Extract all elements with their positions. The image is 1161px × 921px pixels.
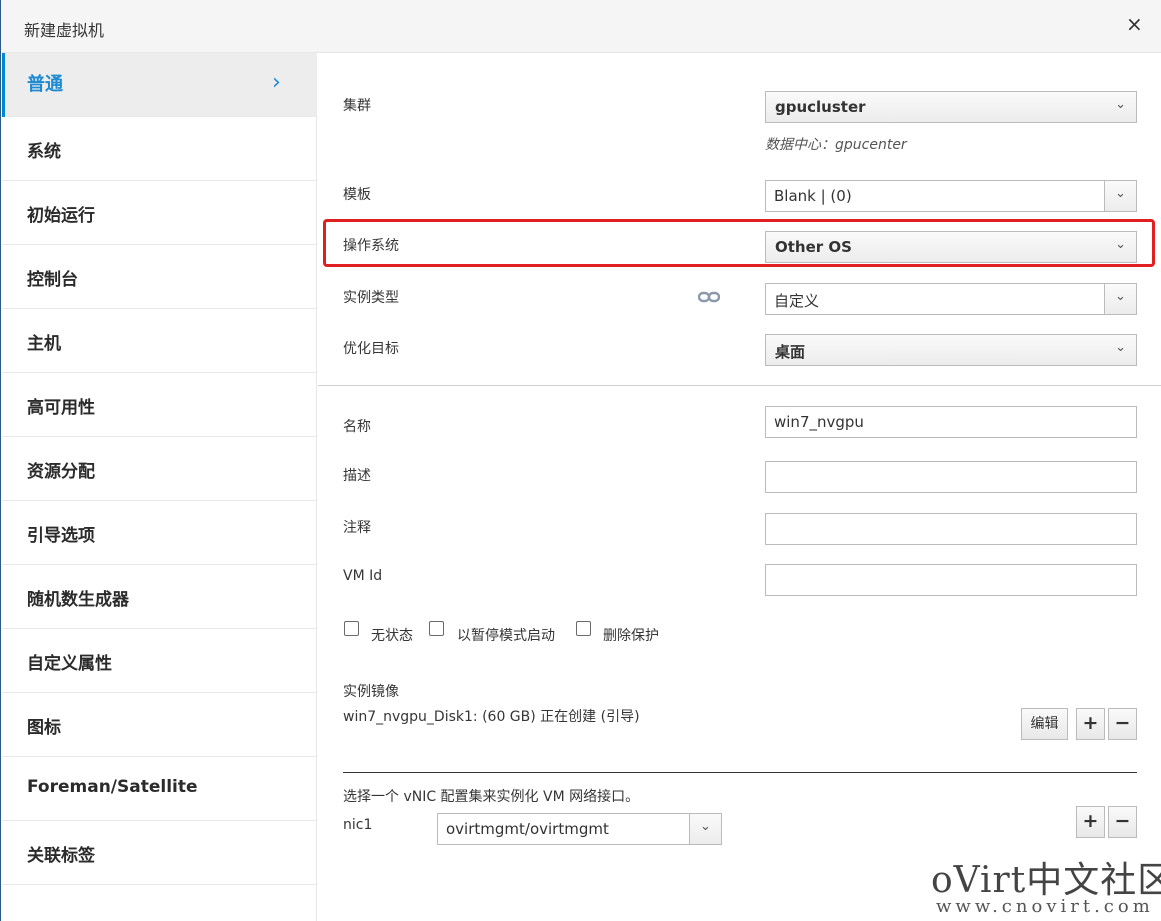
nic1-profile-combo[interactable]: ovirtmgmt/ovirtmgmt ⌄ [437, 813, 722, 845]
sidebar-item-label: 初始运行 [27, 206, 95, 226]
sidebar-item-boot-options[interactable]: 引导选项 [2, 501, 317, 565]
sidebar-item-label: 主机 [27, 334, 61, 354]
cluster-select[interactable]: gpucluster ⌄ [765, 91, 1137, 123]
new-vm-dialog: 新建虚拟机 × 普通 › 系统 初始运行 控制台 主机 高可用性 资源分配 引导… [0, 0, 1161, 921]
instance-type-combo[interactable]: 自定义 ⌄ [765, 283, 1137, 315]
delete-protection-checkbox[interactable] [576, 621, 591, 636]
cluster-label: 集群 [343, 98, 371, 114]
chevron-down-icon: ⌄ [1115, 340, 1126, 355]
name-label: 名称 [343, 419, 371, 435]
sidebar-item-rng[interactable]: 随机数生成器 [2, 565, 317, 629]
instance-images-label: 实例镜像 [343, 684, 399, 700]
template-dropdown-button[interactable]: ⌄ [1104, 181, 1136, 211]
optimize-value: 桌面 [775, 343, 806, 361]
sidebar-item-label: 图标 [27, 718, 61, 738]
optimize-label: 优化目标 [343, 341, 399, 357]
add-disk-button[interactable]: + [1076, 708, 1105, 740]
instance-type-label: 实例类型 [343, 290, 399, 306]
vnic-divider [343, 772, 1137, 773]
vnic-instruction: 选择一个 vNIC 配置集来实例化 VM 网络接口。 [343, 789, 640, 805]
sidebar-item-label: Foreman/Satellite [27, 777, 198, 797]
sidebar-item-label: 引导选项 [27, 526, 95, 546]
watermark: oVirt中文社区 www.cnovirt.com [931, 851, 1161, 917]
sidebar-item-initial-run[interactable]: 初始运行 [2, 181, 317, 245]
sidebar-item-label: 系统 [27, 142, 61, 162]
sidebar-item-general[interactable]: 普通 › [2, 53, 317, 117]
vm-id-field[interactable] [765, 564, 1137, 596]
os-value: Other OS [775, 238, 852, 256]
description-field[interactable] [765, 461, 1137, 493]
chevron-down-icon: ⌄ [1115, 97, 1126, 112]
sidebar-item-affinity-labels[interactable]: 关联标签 [2, 821, 317, 885]
sidebar-item-high-availability[interactable]: 高可用性 [2, 373, 317, 437]
template-value: Blank | (0) [774, 187, 852, 205]
sidebar-item-console[interactable]: 控制台 [2, 245, 317, 309]
instance-type-dropdown-button[interactable]: ⌄ [1104, 284, 1136, 314]
optimize-select[interactable]: 桌面 ⌄ [765, 334, 1137, 366]
sidebar-item-foreman[interactable]: Foreman/Satellite [2, 757, 317, 821]
sidebar: 普通 › 系统 初始运行 控制台 主机 高可用性 资源分配 引导选项 随机数生成… [2, 53, 317, 921]
close-icon[interactable]: × [1126, 13, 1143, 35]
sidebar-item-label: 关联标签 [27, 846, 95, 866]
nic1-dropdown-button[interactable]: ⌄ [689, 814, 721, 844]
template-label: 模板 [343, 187, 371, 203]
name-field[interactable] [765, 406, 1137, 438]
sidebar-item-label: 普通 [27, 74, 63, 95]
instance-type-value: 自定义 [774, 292, 820, 310]
watermark-url: www.cnovirt.com [936, 896, 1154, 917]
disk-info: win7_nvgpu_Disk1: (60 GB) 正在创建 (引导) [343, 709, 640, 725]
stateless-checkbox[interactable] [344, 621, 359, 636]
sidebar-item-label: 随机数生成器 [27, 590, 129, 610]
remove-disk-button[interactable]: − [1108, 708, 1137, 740]
sidebar-item-label: 资源分配 [27, 462, 95, 482]
sidebar-item-system[interactable]: 系统 [2, 117, 317, 181]
section-divider [318, 385, 1161, 386]
start-paused-checkbox[interactable] [429, 621, 444, 636]
link-icon[interactable] [698, 291, 720, 303]
dialog-title: 新建虚拟机 [24, 21, 105, 40]
remove-nic-button[interactable]: − [1108, 806, 1137, 838]
vm-id-label: VM Id [343, 568, 383, 584]
chevron-down-icon: ⌄ [700, 819, 711, 834]
template-combo[interactable]: Blank | (0) ⌄ [765, 180, 1137, 212]
comment-label: 注释 [343, 520, 371, 536]
chevron-down-icon: ⌄ [1115, 237, 1126, 252]
stateless-label: 无状态 [371, 628, 413, 644]
sidebar-item-custom-properties[interactable]: 自定义属性 [2, 629, 317, 693]
comment-field[interactable] [765, 513, 1137, 545]
sidebar-item-label: 高可用性 [27, 398, 95, 418]
sidebar-item-label: 控制台 [27, 270, 78, 290]
chevron-down-icon: ⌄ [1115, 186, 1126, 201]
os-label: 操作系统 [343, 238, 399, 254]
sidebar-item-label: 自定义属性 [27, 654, 112, 674]
dialog-header: 新建虚拟机 × [1, 0, 1161, 53]
sidebar-item-host[interactable]: 主机 [2, 309, 317, 373]
os-select[interactable]: Other OS ⌄ [765, 231, 1137, 263]
nic1-profile-value: ovirtmgmt/ovirtmgmt [446, 820, 609, 838]
description-label: 描述 [343, 468, 371, 484]
chevron-right-icon: › [272, 70, 281, 95]
edit-disk-button[interactable]: 编辑 [1021, 708, 1068, 740]
start-paused-label: 以暂停模式启动 [457, 628, 555, 644]
sidebar-item-resource-allocation[interactable]: 资源分配 [2, 437, 317, 501]
datacenter-hint: 数据中心：gpucenter [765, 137, 907, 153]
general-panel: 集群 gpucluster ⌄ 数据中心：gpucenter 模板 Blank … [318, 53, 1161, 921]
active-indicator [2, 53, 5, 117]
nic1-label: nic1 [343, 817, 373, 833]
delete-protection-label: 删除保护 [603, 628, 659, 644]
chevron-down-icon: ⌄ [1115, 289, 1126, 304]
add-nic-button[interactable]: + [1076, 806, 1105, 838]
cluster-value: gpucluster [775, 98, 866, 116]
sidebar-item-icon[interactable]: 图标 [2, 693, 317, 757]
